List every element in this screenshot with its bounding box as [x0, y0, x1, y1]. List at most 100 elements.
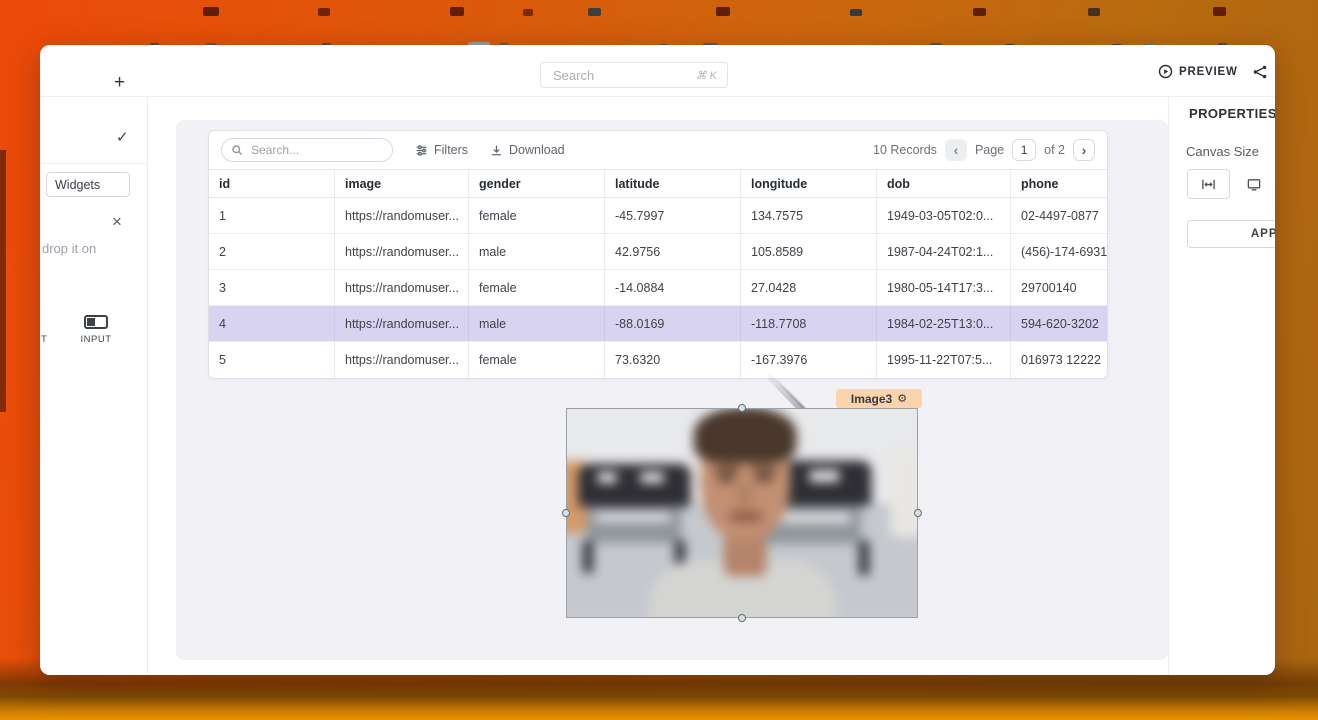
table-cell-id: 1: [209, 198, 335, 233]
photo-shape: [859, 541, 870, 575]
photo-shape: [717, 476, 735, 482]
widget-settings-icon[interactable]: ⚙: [897, 392, 907, 405]
photo-shape: [598, 472, 617, 483]
column-header-gender[interactable]: gender: [469, 170, 605, 197]
table-cell-image: https://randomuser...: [335, 306, 469, 341]
filters-icon: [415, 144, 428, 157]
input-widget-icon[interactable]: [84, 315, 108, 329]
table-cell-longitude: 105.8589: [741, 234, 877, 269]
prev-page-button[interactable]: ‹: [945, 139, 967, 161]
table-cell-dob: 1984-02-25T13:0...: [877, 306, 1011, 341]
column-header-longitude[interactable]: longitude: [741, 170, 877, 197]
table-widget[interactable]: Filters Download 10 Records ‹ Page 1 of …: [208, 130, 1108, 379]
table-cell-id: 4: [209, 306, 335, 341]
table-body: 1https://randomuser...female-45.7997134.…: [209, 198, 1107, 378]
table-cell-latitude: 42.9756: [605, 234, 741, 269]
table-cell-id: 3: [209, 270, 335, 305]
table-cell-dob: 1995-11-22T07:5...: [877, 342, 1011, 378]
apply-button[interactable]: APPLY: [1187, 220, 1275, 248]
table-cell-dob: 1949-03-05T02:0...: [877, 198, 1011, 233]
image-widget[interactable]: [566, 408, 918, 618]
table-cell-gender: male: [469, 234, 605, 269]
table-row[interactable]: 1https://randomuser...female-45.7997134.…: [209, 198, 1107, 234]
download-icon: [490, 144, 503, 157]
resize-handle-top[interactable]: [738, 404, 746, 412]
column-header-id[interactable]: id: [209, 170, 335, 197]
table-cell-phone: 594-620-3202: [1011, 306, 1108, 341]
palette-item-input-label: INPUT: [76, 334, 116, 345]
widgets-search-box[interactable]: [46, 172, 130, 197]
canvas-fluid-width-button[interactable]: [1187, 169, 1230, 199]
table-row[interactable]: 4https://randomuser...male-88.0169-118.7…: [209, 306, 1107, 342]
topbar: ⌘ K PREVIEW: [40, 45, 1275, 97]
column-header-phone[interactable]: phone: [1011, 170, 1108, 197]
column-header-dob[interactable]: dob: [877, 170, 1011, 197]
table-cell-gender: female: [469, 342, 605, 378]
properties-title: PROPERTIES: [1189, 106, 1275, 121]
resize-handle-right[interactable]: [914, 509, 922, 517]
table-search-box[interactable]: [221, 138, 393, 162]
photo-shape: [595, 513, 670, 522]
add-icon[interactable]: +: [114, 73, 125, 92]
download-label: Download: [509, 143, 565, 157]
page-number-input[interactable]: 1: [1012, 139, 1036, 161]
sidebar-divider: [40, 163, 148, 164]
page-total-label: of 2: [1044, 143, 1065, 157]
filters-label: Filters: [434, 143, 468, 157]
photo-shape: [694, 409, 797, 463]
image-widget-photo[interactable]: [567, 409, 917, 617]
close-icon[interactable]: ×: [112, 213, 122, 230]
table-cell-dob: 1987-04-24T02:1...: [877, 234, 1011, 269]
preview-button[interactable]: PREVIEW: [1158, 64, 1238, 79]
table-search-input[interactable]: [249, 142, 383, 158]
drop-hint-text: drop it on: [42, 241, 96, 256]
properties-panel: PROPERTIES Canvas Size APPLY: [1168, 97, 1275, 675]
table-cell-gender: male: [469, 306, 605, 341]
table-cell-phone: 016973 12222: [1011, 342, 1108, 378]
filters-button[interactable]: Filters: [415, 143, 468, 157]
next-page-button[interactable]: ›: [1073, 139, 1095, 161]
table-cell-longitude: 134.7575: [741, 198, 877, 233]
table-cell-latitude: -14.0884: [605, 270, 741, 305]
photo-shape: [640, 472, 664, 483]
photo-shape: [578, 464, 690, 507]
global-search-input[interactable]: [551, 67, 696, 84]
table-cell-phone: 29700140: [1011, 270, 1108, 305]
global-search[interactable]: ⌘ K: [540, 62, 728, 88]
download-button[interactable]: Download: [490, 143, 565, 157]
records-count: 10 Records: [873, 143, 937, 157]
photo-shapes: [567, 409, 917, 617]
play-circle-icon: [1158, 64, 1173, 79]
palette-item-label-clipped: T: [41, 334, 47, 345]
table-cell-image: https://randomuser...: [335, 342, 469, 378]
table-cell-gender: female: [469, 270, 605, 305]
desktop-icon: [1246, 177, 1262, 192]
table-header-row: idimagegenderlatitudelongitudedobphone: [209, 169, 1107, 198]
table-cell-id: 5: [209, 342, 335, 378]
canvas-desktop-width-button[interactable]: [1232, 169, 1275, 199]
table-toolbar: Filters Download 10 Records ‹ Page 1 of …: [209, 131, 1107, 169]
photo-shape: [738, 483, 752, 509]
resize-handle-left[interactable]: [562, 509, 570, 517]
resize-handle-bottom[interactable]: [738, 614, 746, 622]
photo-shape: [729, 512, 762, 522]
photo-shape: [755, 476, 773, 482]
photo-shape: [583, 541, 594, 573]
table-row[interactable]: 5https://randomuser...female73.6320-167.…: [209, 342, 1107, 378]
table-cell-latitude: -88.0169: [605, 306, 741, 341]
table-row[interactable]: 3https://randomuser...female-14.088427.0…: [209, 270, 1107, 306]
table-cell-image: https://randomuser...: [335, 198, 469, 233]
image-widget-label[interactable]: Image3 ⚙: [836, 389, 922, 408]
table-cell-latitude: 73.6320: [605, 342, 741, 378]
widgets-search-input[interactable]: [47, 173, 129, 196]
check-icon[interactable]: ✓: [116, 130, 129, 145]
fluid-width-icon: [1201, 177, 1216, 192]
column-header-latitude[interactable]: latitude: [605, 170, 741, 197]
search-icon: [231, 144, 243, 156]
table-row[interactable]: 2https://randomuser...male42.9756105.858…: [209, 234, 1107, 270]
table-pagination: 10 Records ‹ Page 1 of 2 ›: [873, 139, 1095, 161]
table-cell-image: https://randomuser...: [335, 234, 469, 269]
column-header-image[interactable]: image: [335, 170, 469, 197]
table-cell-phone: (456)-174-6931: [1011, 234, 1108, 269]
share-icon[interactable]: [1252, 64, 1268, 80]
